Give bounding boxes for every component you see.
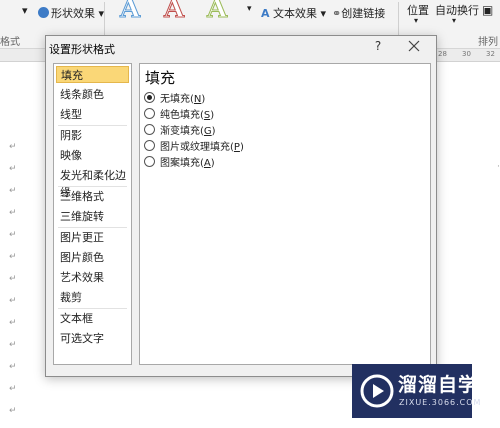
shape-effect-label: 形状效果	[51, 7, 95, 20]
position-dropdown-icon[interactable]: ▾	[414, 16, 418, 25]
paragraph-mark-icon: ↵	[9, 406, 17, 416]
paragraph-mark-icon: ↵	[9, 142, 17, 152]
access-key: N	[193, 94, 202, 105]
nav-item-line-style[interactable]: 线型	[56, 106, 129, 123]
nav-item-shadow[interactable]: 阴影	[56, 127, 129, 144]
radio-label: 纯色填充(	[160, 110, 204, 121]
wordart-style-2[interactable]: A	[163, 0, 184, 25]
paragraph-mark-icon: ↵	[9, 186, 17, 196]
shape-effect-icon	[38, 7, 49, 18]
text-effect-icon: A	[261, 7, 270, 20]
nav-item-3d-rotation[interactable]: 三维旋转	[56, 208, 129, 225]
paragraph-mark-icon: ↵	[9, 252, 17, 262]
radio-label: 图案填充(	[160, 158, 204, 169]
watermark-logo: 溜溜自学 ZIXUE.3066.COM	[352, 364, 480, 418]
radio-button-checked[interactable]	[144, 92, 155, 103]
paragraph-mark-icon: ↵	[9, 340, 17, 350]
text-effect-label: 文本效果	[273, 7, 318, 20]
ruler-mark: 30	[462, 50, 471, 58]
auto-wrap-button[interactable]: 自动换行	[435, 2, 479, 18]
nav-item-line-color[interactable]: 线条颜色	[56, 86, 129, 103]
radio-solid-fill[interactable]: 纯色填充(S)	[144, 106, 214, 121]
shape-effect-button[interactable]: 形状效果 ▾	[38, 5, 104, 21]
paragraph-mark-icon: ↵	[9, 208, 17, 218]
radio-button[interactable]	[144, 108, 155, 119]
access-key: P	[233, 142, 240, 153]
panel-heading: 填充	[145, 69, 176, 87]
bring-forward-icon[interactable]: ▣	[482, 3, 493, 17]
play-logo-icon	[360, 374, 394, 408]
nav-item-picture-corrections[interactable]: 图片更正	[56, 229, 129, 246]
nav-item-artistic-effects[interactable]: 艺术效果	[56, 269, 129, 286]
group-label-format: 格式	[0, 37, 20, 48]
dropdown-arrow-icon[interactable]: ▾	[22, 4, 28, 17]
access-key: A	[203, 158, 211, 169]
nav-item-crop[interactable]: 裁剪	[56, 289, 129, 306]
fill-panel: 填充 无填充(N) 纯色填充(S) 渐变填充(G) 图片或纹理填充(P) 图案填…	[139, 63, 431, 365]
wordart-gallery-more-icon[interactable]: ▾	[247, 4, 252, 14]
help-button[interactable]: ?	[371, 39, 385, 53]
paragraph-mark-icon: ↵	[9, 296, 17, 306]
watermark-title: 溜溜自学	[398, 374, 479, 396]
auto-wrap-label: 自动换行	[435, 4, 479, 17]
radio-label: 图片或纹理填充(	[160, 142, 234, 153]
radio-button[interactable]	[144, 156, 155, 167]
text-effect-button[interactable]: A 文本效果 ▾	[261, 5, 326, 21]
nav-item-picture-color[interactable]: 图片颜色	[56, 249, 129, 266]
watermark-subtitle: ZIXUE.3066.COM	[399, 398, 482, 407]
create-link-label: 创建链接	[341, 7, 386, 20]
nav-separator	[58, 125, 127, 126]
nav-item-glow-soft-edges[interactable]: 发光和柔化边缘	[56, 167, 129, 199]
nav-separator	[58, 186, 127, 187]
format-shape-dialog: 设置形状格式 ? 填充 线条颜色 线型 阴影 映像 发光和柔化边缘 三维格式 三…	[45, 35, 437, 377]
nav-item-alt-text[interactable]: 可选文字	[56, 330, 129, 347]
radio-picture-texture-fill[interactable]: 图片或纹理填充(P)	[144, 138, 244, 153]
radio-pattern-fill[interactable]: 图案填充(A)	[144, 154, 215, 169]
radio-label: 无填充(	[160, 94, 194, 105]
auto-wrap-dropdown-icon[interactable]: ▾	[452, 16, 456, 25]
wordart-style-1[interactable]: A	[119, 0, 140, 25]
nav-item-3d-format[interactable]: 三维格式	[56, 188, 129, 205]
nav-separator	[58, 227, 127, 228]
link-icon: ⚭	[332, 7, 342, 20]
group-label-arrange: 排列	[478, 37, 498, 48]
nav-separator	[58, 308, 127, 309]
radio-no-fill[interactable]: 无填充(N)	[144, 90, 205, 105]
access-key: S	[203, 110, 211, 121]
document-edge-text: ·	[497, 162, 500, 172]
radio-label: 渐变填充(	[160, 126, 204, 137]
radio-button[interactable]	[144, 140, 155, 151]
nav-item-reflection[interactable]: 映像	[56, 147, 129, 164]
dialog-title: 设置形状格式	[49, 43, 115, 56]
radio-button[interactable]	[144, 124, 155, 135]
close-icon	[408, 40, 420, 52]
paragraph-mark-icon: ↵	[9, 274, 17, 284]
nav-item-fill[interactable]: 填充	[56, 66, 129, 83]
ruler-mark: 28	[438, 50, 447, 58]
category-nav: 填充 线条颜色 线型 阴影 映像 发光和柔化边缘 三维格式 三维旋转 图片更正 …	[53, 63, 132, 365]
wordart-style-3[interactable]: A	[206, 0, 227, 25]
radio-gradient-fill[interactable]: 渐变填充(G)	[144, 122, 216, 137]
ruler-mark: 32	[486, 50, 495, 58]
access-key: G	[203, 126, 212, 137]
paragraph-mark-icon: ↵	[9, 164, 17, 174]
nav-item-text-box[interactable]: 文本框	[56, 310, 129, 327]
paragraph-mark-icon: ↵	[9, 384, 17, 394]
paragraph-mark-icon: ↵	[9, 230, 17, 240]
close-button[interactable]	[406, 38, 422, 54]
create-link-button[interactable]: ⚭创建链接	[332, 5, 385, 21]
paragraph-mark-icon: ↵	[9, 318, 17, 328]
paragraph-mark-icon: ↵	[9, 362, 17, 372]
